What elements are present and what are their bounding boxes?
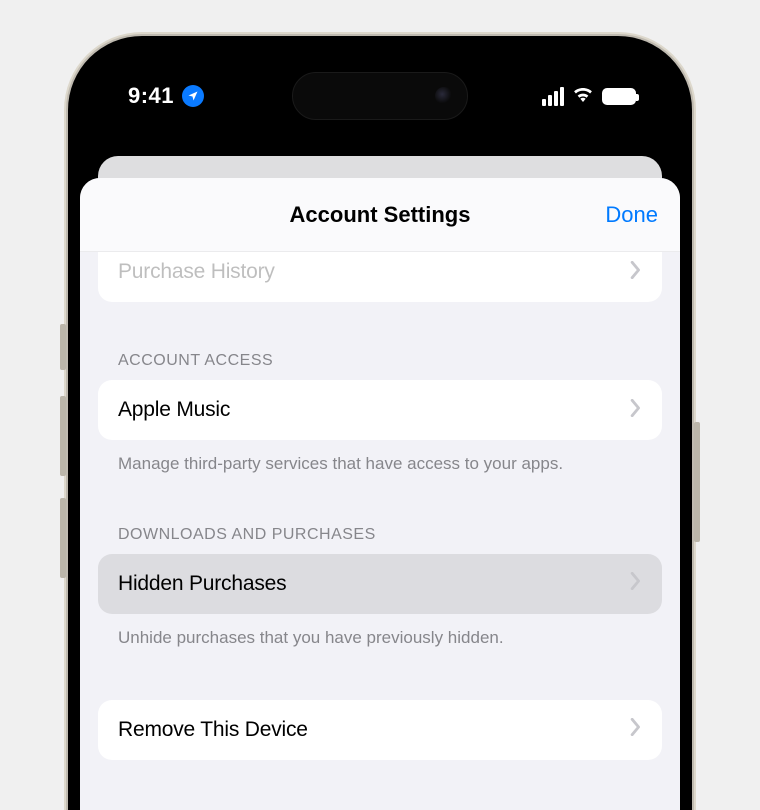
account-settings-modal: Account Settings Done Purchase History A… bbox=[80, 178, 680, 810]
screen: 9:41 Account Settings Done bbox=[80, 48, 680, 810]
location-icon bbox=[182, 85, 204, 107]
wifi-icon bbox=[572, 86, 594, 107]
remove-device-row[interactable]: Remove This Device bbox=[98, 700, 662, 760]
modal-header: Account Settings Done bbox=[80, 178, 680, 252]
side-button-volume-up bbox=[60, 396, 66, 476]
battery-icon bbox=[602, 88, 636, 105]
section-header-downloads: DOWNLOADS AND PURCHASES bbox=[98, 526, 662, 554]
status-left: 9:41 bbox=[128, 83, 204, 109]
dynamic-island bbox=[292, 72, 468, 120]
row-label: Apple Music bbox=[118, 398, 230, 422]
side-button-volume-down bbox=[60, 498, 66, 578]
chevron-right-icon bbox=[630, 261, 642, 284]
modal-title: Account Settings bbox=[290, 202, 471, 228]
chevron-right-icon bbox=[630, 718, 642, 741]
chevron-right-icon bbox=[630, 399, 642, 422]
status-time: 9:41 bbox=[128, 83, 174, 109]
chevron-right-icon bbox=[630, 572, 642, 595]
section-header-account-access: ACCOUNT ACCESS bbox=[98, 352, 662, 380]
row-label: Purchase History bbox=[118, 260, 275, 284]
row-label: Remove This Device bbox=[118, 718, 308, 742]
row-label: Hidden Purchases bbox=[118, 572, 286, 596]
section-footer-downloads: Unhide purchases that you have previousl… bbox=[98, 614, 662, 650]
side-button-silent bbox=[60, 324, 66, 370]
cellular-icon bbox=[542, 87, 564, 106]
hidden-purchases-row[interactable]: Hidden Purchases bbox=[98, 554, 662, 614]
phone-frame: 9:41 Account Settings Done bbox=[68, 36, 692, 810]
done-button[interactable]: Done bbox=[605, 202, 658, 228]
modal-content: Purchase History ACCOUNT ACCESS Apple Mu… bbox=[80, 238, 680, 760]
section-footer-account-access: Manage third-party services that have ac… bbox=[98, 440, 662, 476]
side-button-power bbox=[694, 422, 700, 542]
status-right bbox=[542, 86, 636, 107]
apple-music-row[interactable]: Apple Music bbox=[98, 380, 662, 440]
